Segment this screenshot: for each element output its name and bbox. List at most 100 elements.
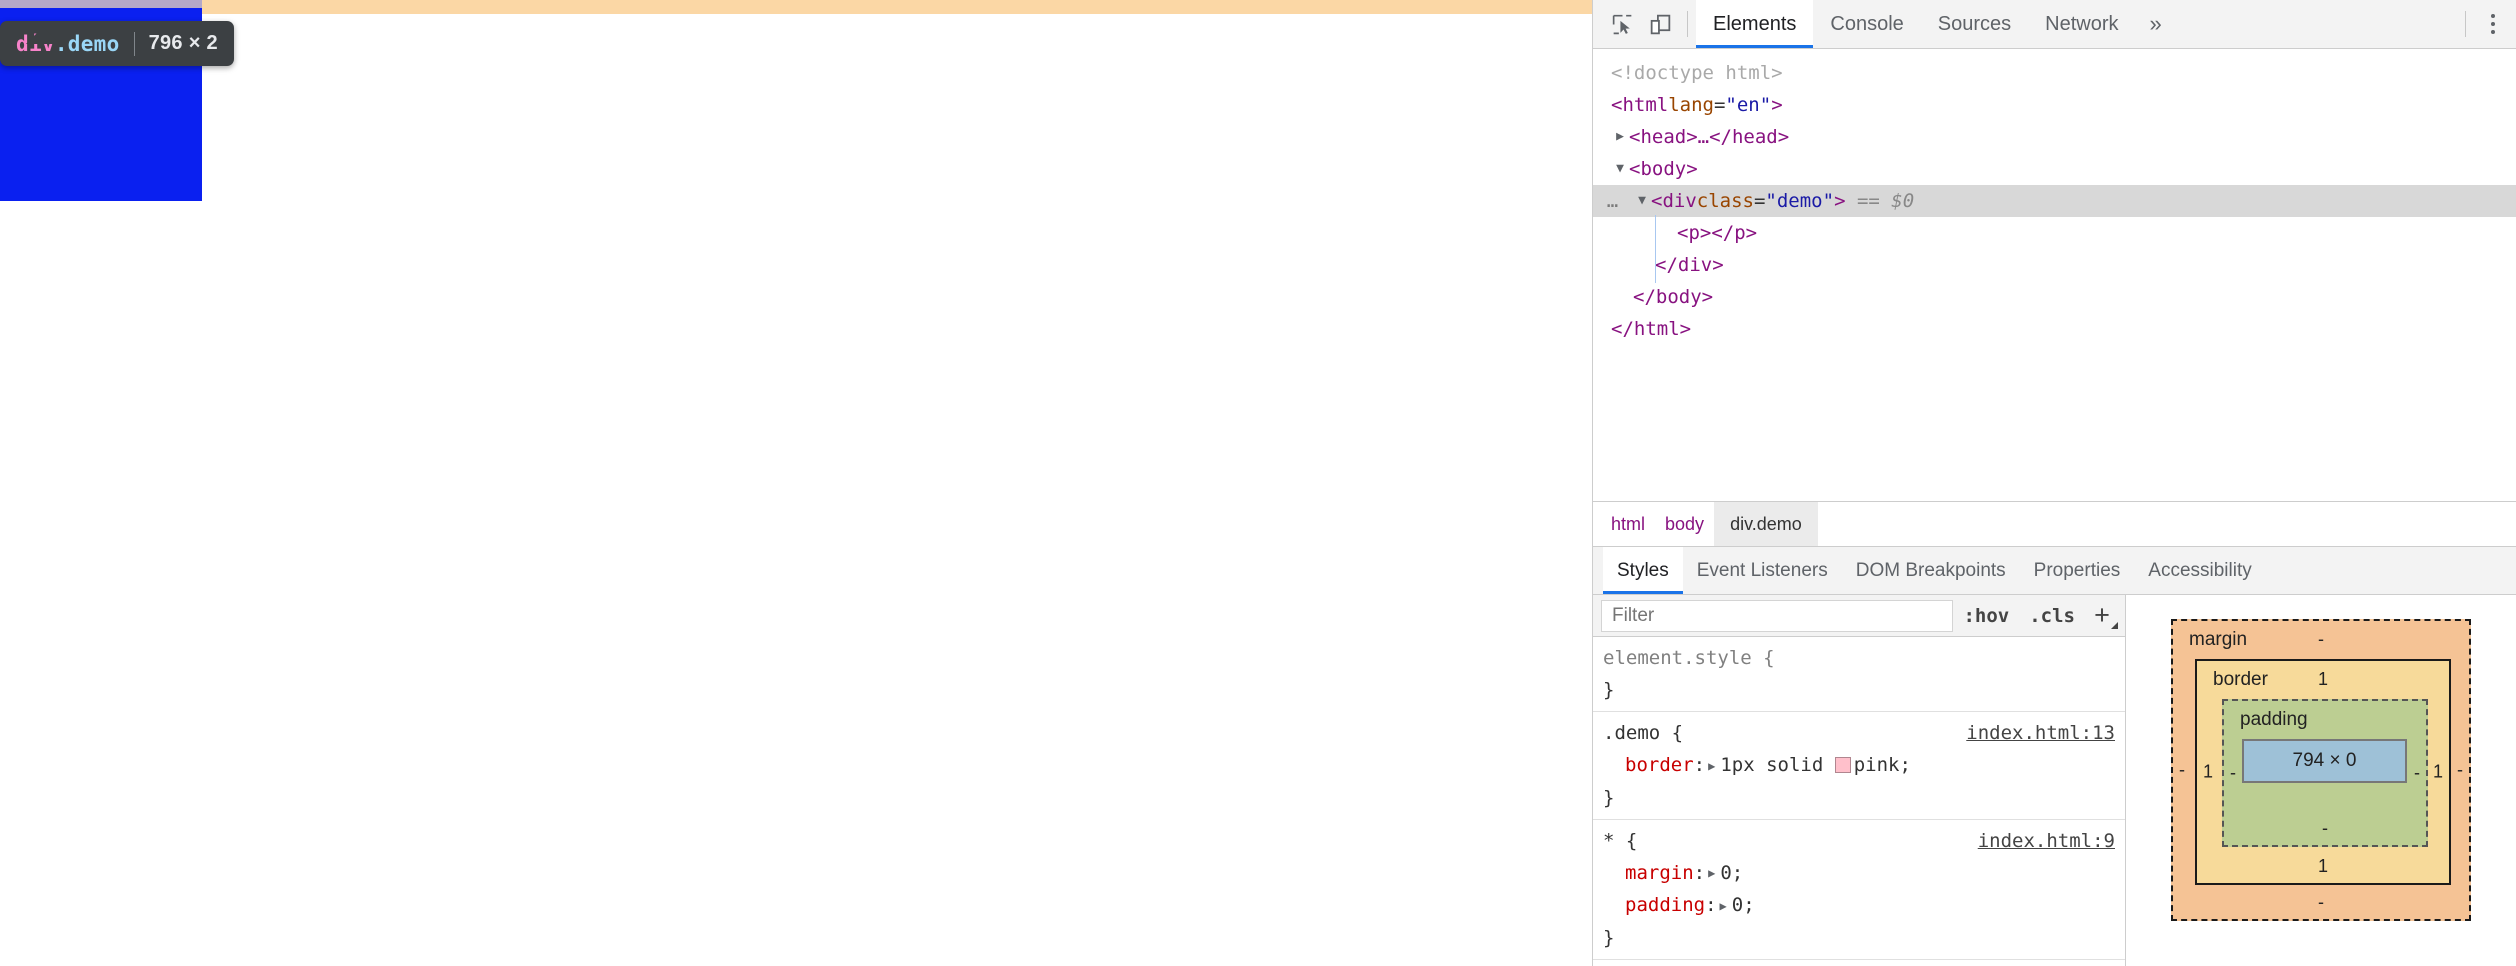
box-model-padding-box: padding - - - 794 × 0 [2222, 699, 2428, 847]
caret-icon [2111, 621, 2118, 629]
dom-row-body[interactable]: ▼ <body> [1593, 153, 2516, 185]
inspect-element-icon[interactable] [1603, 5, 1641, 43]
box-model-padding-bottom[interactable]: - [2224, 818, 2426, 839]
chevron-right-icon[interactable]: ▶ [1705, 750, 1720, 782]
breadcrumb: html body div.demo [1593, 501, 2516, 547]
rule-selector[interactable]: .demo { [1603, 717, 1683, 749]
dom-row-html-close[interactable]: </html> [1593, 313, 2516, 345]
styles-sidebar-tab-bar: Styles Event Listeners DOM Breakpoints P… [1593, 547, 2516, 595]
rule-source-link[interactable]: index.html:13 [1966, 717, 2115, 749]
tab-sources[interactable]: Sources [1921, 0, 2028, 48]
dom-row-html[interactable]: <html lang = "en" > [1593, 89, 2516, 121]
tab-dom-breakpoints[interactable]: DOM Breakpoints [1842, 547, 2020, 594]
div-open-text: <div [1651, 190, 1697, 212]
border-highlight-overlay [0, 0, 202, 8]
rule-source-link[interactable]: index.html:9 [1978, 825, 2115, 857]
css-rule-element-style[interactable]: element.style { } [1593, 637, 2125, 712]
element-classes-button[interactable]: .cls [2019, 605, 2085, 627]
more-tabs-icon[interactable]: » [2136, 0, 2176, 48]
dom-row-p[interactable]: <p></p> [1593, 215, 2516, 251]
rule-selector[interactable]: element.style { [1603, 642, 1775, 674]
box-model-margin-bottom[interactable]: - [2173, 892, 2469, 913]
declaration-property[interactable]: margin [1625, 862, 1694, 884]
devtools-screenshot: div .demo 796 × 2 Elements Console Sourc… [0, 0, 2516, 966]
tooltip-class-name: .demo [54, 31, 120, 56]
page-viewport: div .demo 796 × 2 [0, 0, 1592, 966]
html-attr-value: "en" [1725, 94, 1772, 116]
html-attr-name: lang [1668, 94, 1714, 116]
div-close-text: </div> [1655, 254, 1724, 276]
dom-row-div-demo[interactable]: … ▼ <div class = "demo" > == $0 [1593, 185, 2516, 217]
chevron-down-icon[interactable]: ▼ [1611, 153, 1629, 185]
div-attr-eq: = [1753, 190, 1766, 212]
tab-console[interactable]: Console [1813, 0, 1920, 48]
box-model-column: margin - - - - border 1 1 1 1 padding - [2126, 595, 2516, 966]
tooltip-dimensions: 796 × 2 [148, 32, 218, 54]
selected-node-marker: == $0 [1856, 190, 1915, 212]
filter-input[interactable]: Filter [1601, 599, 1954, 632]
declaration-value[interactable]: 0; [1732, 894, 1755, 916]
tooltip-arrow-icon [26, 27, 60, 44]
box-model-margin-top[interactable]: - [2173, 629, 2469, 650]
css-rule-demo[interactable]: .demo { index.html:13 border: ▶ 1px solid … [1593, 712, 2125, 820]
devtools-panel: Elements Console Sources Network » <!doc… [1592, 0, 2516, 966]
more-options-icon[interactable] [2476, 5, 2510, 43]
tab-network[interactable]: Network [2028, 0, 2135, 48]
chevron-down-icon[interactable]: ▼ [1633, 185, 1651, 217]
declaration-value[interactable]: 0; [1720, 862, 1743, 884]
plus-icon: + [2094, 600, 2110, 630]
color-swatch-icon[interactable] [1834, 757, 1851, 773]
tab-accessibility[interactable]: Accessibility [2134, 547, 2265, 594]
css-rule-universal[interactable]: * { index.html:9 margin: ▶ 0; padding: ▶ 0; … [1593, 820, 2125, 960]
dom-tree: <!doctype html> <html lang = "en" > ▶ <head>… [1593, 49, 2516, 501]
tooltip-separator [133, 31, 135, 56]
css-declaration-margin[interactable]: margin: ▶ 0; [1593, 857, 2125, 890]
declaration-property[interactable]: padding [1625, 894, 1705, 916]
box-model-padding-left[interactable]: - [2230, 763, 2236, 784]
box-model-border-top[interactable]: 1 [2197, 669, 2449, 690]
toolbar-divider [1687, 11, 1688, 37]
box-model-margin-right[interactable]: - [2457, 760, 2463, 781]
box-model-margin-left[interactable]: - [2179, 760, 2185, 781]
css-declaration-padding[interactable]: padding: ▶ 0; [1593, 889, 2125, 922]
box-model-border-box: border 1 1 1 1 padding - - - 794 × 0 [2195, 659, 2451, 885]
breadcrumb-item-html[interactable]: html [1593, 502, 1655, 546]
rule-close-brace: } [1603, 786, 1615, 809]
dom-row-doctype[interactable]: <!doctype html> [1593, 57, 2516, 89]
p-text: <p></p> [1677, 222, 1758, 244]
dom-row-body-close[interactable]: </body> [1593, 281, 2516, 313]
dom-row-head[interactable]: ▶ <head>…</head> [1593, 121, 2516, 153]
device-toolbar-icon[interactable] [1641, 5, 1679, 43]
tab-event-listeners[interactable]: Event Listeners [1683, 547, 1842, 594]
breadcrumb-item-body[interactable]: body [1655, 502, 1714, 546]
chevron-right-icon[interactable]: ▶ [1611, 121, 1629, 153]
box-model-border-right[interactable]: 1 [2433, 762, 2443, 783]
body-open-text: <body> [1629, 158, 1698, 180]
body-close-text: </body> [1633, 286, 1714, 308]
box-model-border-left[interactable]: 1 [2203, 762, 2213, 783]
rule-close-brace: } [1603, 679, 1615, 701]
doctype-text: <!doctype html> [1611, 62, 1783, 84]
box-model-content-box[interactable]: 794 × 0 [2242, 739, 2407, 783]
dom-row-div-close[interactable]: </div> [1593, 247, 2516, 283]
css-declaration-border[interactable]: border: ▶ 1px solid pink; [1593, 749, 2125, 782]
rule-selector[interactable]: * { [1603, 825, 1637, 857]
declaration-value-keyword[interactable]: pink; [1854, 754, 1911, 776]
chevron-right-icon[interactable]: ▶ [1717, 890, 1732, 922]
tab-styles[interactable]: Styles [1603, 547, 1683, 594]
declaration-property[interactable]: border [1625, 754, 1694, 776]
dom-row-ellipsis-icon[interactable]: … [1593, 185, 1633, 217]
new-style-rule-button[interactable]: + [2085, 599, 2119, 633]
box-model-border-bottom[interactable]: 1 [2197, 856, 2449, 877]
box-model-content-size: 794 × 0 [2292, 750, 2357, 771]
devtools-tab-bar: Elements Console Sources Network » [1696, 0, 2176, 48]
tab-properties[interactable]: Properties [2020, 547, 2135, 594]
force-state-hov-button[interactable]: :hov [1953, 605, 2019, 627]
div-attr-value: "demo" [1765, 190, 1835, 212]
styles-pane: Filter :hov .cls + element.style { } .de… [1593, 595, 2516, 966]
box-model-padding-right[interactable]: - [2414, 763, 2420, 784]
breadcrumb-item-div-demo[interactable]: div.demo [1714, 502, 1818, 546]
chevron-right-icon[interactable]: ▶ [1705, 857, 1720, 889]
tab-elements[interactable]: Elements [1696, 0, 1814, 48]
declaration-value[interactable]: 1px solid [1720, 754, 1834, 776]
